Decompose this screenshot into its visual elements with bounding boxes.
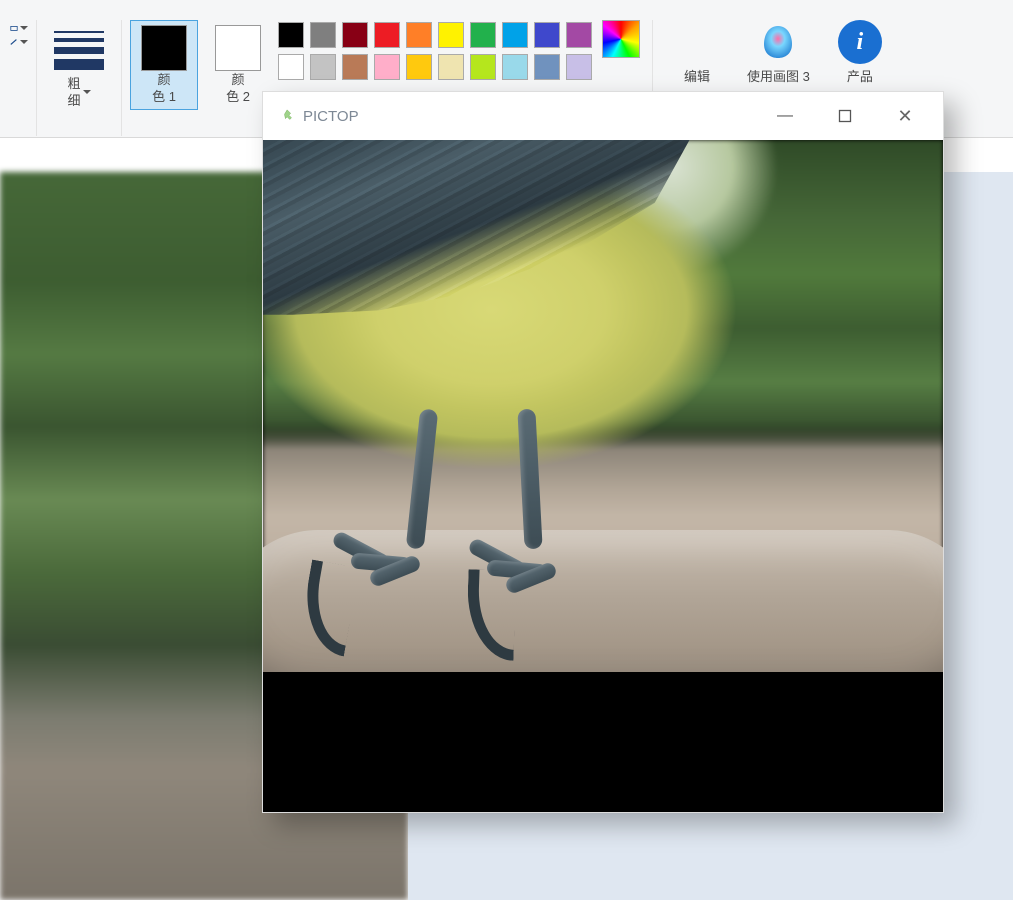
edit-button[interactable]: 编辑 bbox=[661, 20, 733, 85]
palette-swatch[interactable] bbox=[534, 22, 560, 48]
pictop-window: PICTOP — ✕ bbox=[262, 91, 944, 813]
paint3d-icon bbox=[756, 20, 800, 64]
pictop-image[interactable] bbox=[263, 140, 943, 812]
palette-swatch[interactable] bbox=[438, 54, 464, 80]
stroke-width-label: 粗 细 bbox=[67, 75, 90, 109]
edit-label: 编辑 bbox=[684, 66, 710, 85]
palette-swatch[interactable] bbox=[278, 54, 304, 80]
color-palette bbox=[278, 20, 592, 80]
crop-dropdown-col bbox=[0, 20, 28, 46]
color1-label: 颜 色 1 bbox=[152, 71, 176, 105]
stroke-width-button[interactable]: 粗 细 bbox=[45, 20, 113, 114]
palette-swatch[interactable] bbox=[278, 22, 304, 48]
rainbow-icon bbox=[602, 20, 640, 58]
palette-swatch[interactable] bbox=[310, 22, 336, 48]
caret-icon bbox=[83, 90, 91, 94]
palette-swatch[interactable] bbox=[406, 22, 432, 48]
palette-swatch[interactable] bbox=[470, 54, 496, 80]
maximize-button[interactable] bbox=[815, 92, 875, 140]
color2-swatch bbox=[215, 25, 261, 71]
palette-swatch[interactable] bbox=[502, 22, 528, 48]
color1-button[interactable]: 颜 色 1 bbox=[130, 20, 198, 110]
palette-swatch[interactable] bbox=[566, 54, 592, 80]
palette-swatch[interactable] bbox=[310, 54, 336, 80]
crop-dropdown-2[interactable] bbox=[0, 38, 28, 46]
palette-swatch[interactable] bbox=[470, 22, 496, 48]
pictop-title: PICTOP bbox=[303, 108, 755, 125]
palette-swatch[interactable] bbox=[342, 54, 368, 80]
pictop-titlebar[interactable]: PICTOP — ✕ bbox=[263, 92, 943, 140]
palette-swatch[interactable] bbox=[438, 22, 464, 48]
color2-label: 颜 色 2 bbox=[226, 71, 250, 105]
edit-colors-button[interactable] bbox=[598, 20, 644, 58]
palette-swatch[interactable] bbox=[406, 54, 432, 80]
caret-icon bbox=[20, 40, 28, 44]
pin-icon bbox=[281, 109, 295, 123]
minimize-button[interactable]: — bbox=[755, 92, 815, 140]
palette-swatch[interactable] bbox=[566, 22, 592, 48]
line-icon bbox=[10, 38, 18, 46]
product-label: 产品 bbox=[847, 66, 873, 85]
palette-swatch[interactable] bbox=[534, 54, 560, 80]
palette-swatch[interactable] bbox=[374, 54, 400, 80]
paint3d-label: 使用画图 3 bbox=[747, 66, 810, 85]
palette-swatch[interactable] bbox=[342, 22, 368, 48]
close-button[interactable]: ✕ bbox=[875, 92, 935, 140]
color1-swatch bbox=[141, 25, 187, 71]
palette-swatch[interactable] bbox=[502, 54, 528, 80]
info-icon: i bbox=[838, 20, 882, 64]
product-button[interactable]: i 产品 bbox=[824, 20, 896, 85]
stroke-width-icon bbox=[54, 25, 104, 75]
palette-swatch[interactable] bbox=[374, 22, 400, 48]
edit-icon bbox=[675, 20, 719, 64]
shape-icon bbox=[10, 24, 18, 32]
paint3d-button[interactable]: 使用画图 3 bbox=[733, 20, 824, 85]
crop-dropdown-1[interactable] bbox=[0, 24, 28, 32]
caret-icon bbox=[20, 26, 28, 30]
maximize-icon bbox=[838, 109, 852, 123]
